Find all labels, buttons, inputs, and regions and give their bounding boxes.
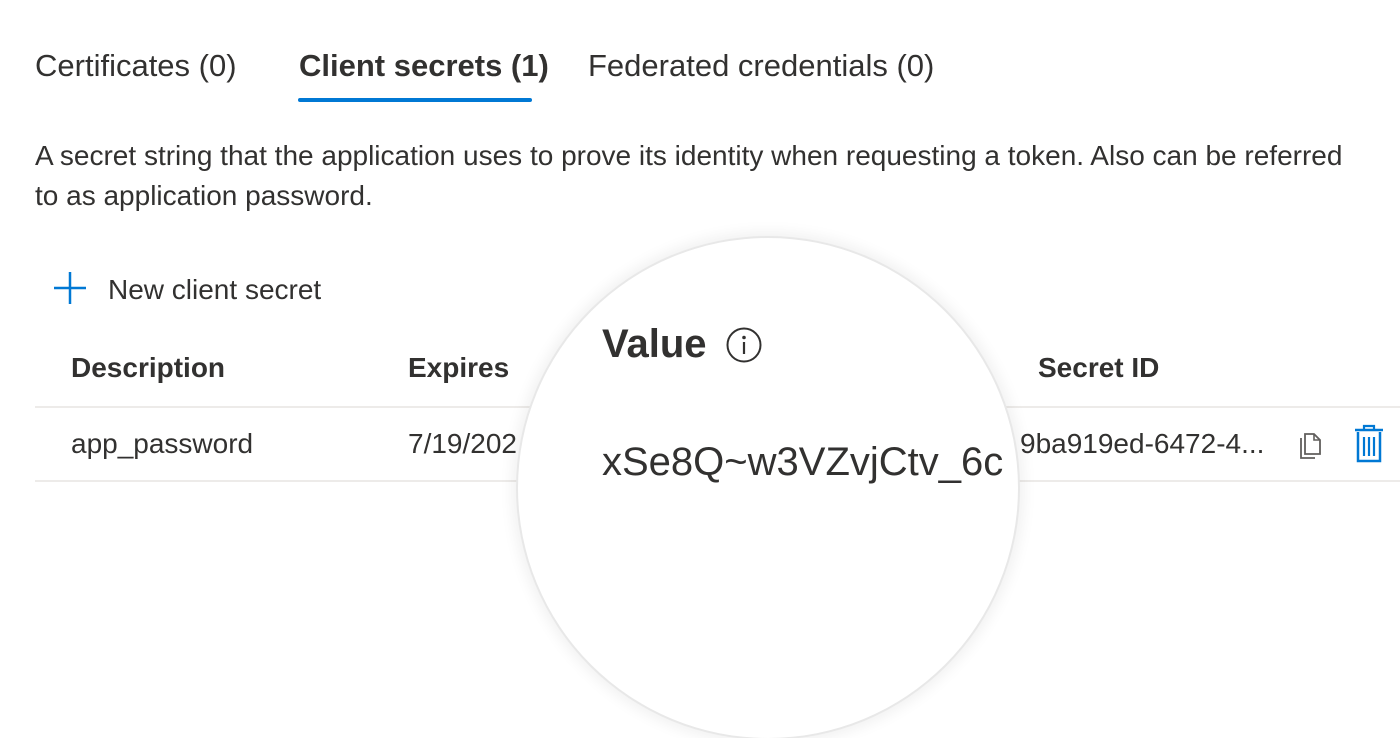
trash-icon[interactable] <box>1352 424 1386 469</box>
tab-certificates[interactable]: Certificates (0) <box>35 44 237 88</box>
new-client-secret-button[interactable]: New client secret <box>52 268 321 312</box>
tab-federated-credentials[interactable]: Federated credentials (0) <box>588 44 934 88</box>
new-client-secret-label: New client secret <box>108 274 322 305</box>
column-header-expires: Expires <box>408 352 510 383</box>
info-icon[interactable] <box>725 326 763 364</box>
copy-icon[interactable] <box>1296 430 1324 465</box>
value-magnifier: Value xSe8Q~w3VZvjCtv_6c <box>518 238 1018 738</box>
secret-id-cell: 9ba919ed-6472-4... <box>1020 428 1265 459</box>
secret-description-cell: app_password <box>71 428 254 459</box>
active-tab-indicator <box>298 98 532 102</box>
secret-value-cell[interactable]: xSe8Q~w3VZvjCtv_6c <box>602 440 1003 485</box>
tab-client-secrets[interactable]: Client secrets (1) <box>299 44 549 88</box>
secret-expires-cell: 7/19/202 <box>408 428 517 459</box>
value-header-label: Value <box>602 322 707 366</box>
column-header-value: Value <box>602 322 763 367</box>
column-header-description: Description <box>71 352 226 383</box>
column-header-secret-id: Secret ID <box>1038 352 1160 383</box>
section-description: A secret string that the application use… <box>35 140 1343 211</box>
plus-icon <box>52 270 88 311</box>
